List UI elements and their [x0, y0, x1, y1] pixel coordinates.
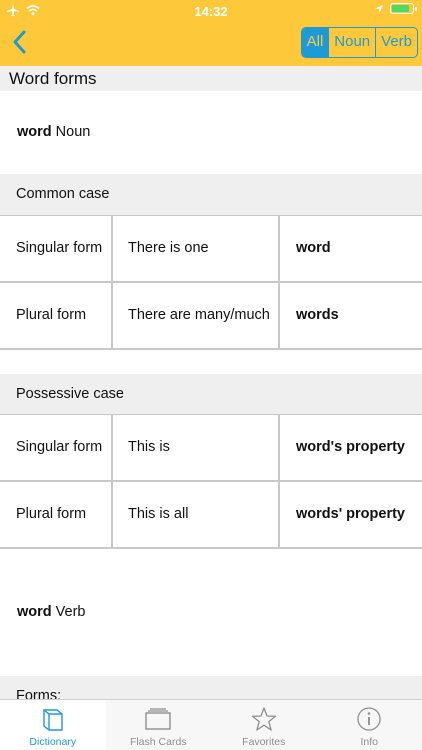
meaning-cell: There is one	[113, 216, 280, 281]
verb-word: word	[17, 604, 52, 620]
status-time: 14:32	[194, 4, 228, 19]
tab-label: Info	[360, 736, 378, 748]
navigation-bar: 14:32 All Noun Verb	[0, 0, 422, 66]
form-cell: Singular form	[0, 216, 113, 281]
star-icon	[251, 707, 276, 731]
common-case-header: Common case	[0, 174, 422, 215]
value-cell: words' property	[296, 506, 405, 522]
book-icon	[43, 709, 63, 731]
common-case-table: Singular form There is one word Plural f…	[0, 215, 422, 350]
table-row: Plural form There are many/much words	[0, 283, 422, 350]
verb-pos: Verb	[55, 604, 86, 620]
segment-all[interactable]: All	[301, 28, 329, 57]
tab-bar: Dictionary Flash Cards Favorites Info	[0, 699, 422, 750]
verb-entry: word Verb	[0, 549, 422, 676]
possessive-case-table: Singular form This is word's property Pl…	[0, 414, 422, 549]
tab-label: Flash Cards	[129, 736, 187, 748]
segment-noun[interactable]: Noun	[328, 28, 375, 57]
forms-header: Forms:	[0, 676, 422, 699]
tab-favorites[interactable]: Favorites	[211, 700, 317, 750]
location-icon	[375, 4, 383, 13]
meaning-cell: There are many/much	[113, 283, 280, 348]
noun-pos: Noun	[55, 124, 91, 140]
tab-flash-cards[interactable]: Flash Cards	[106, 700, 212, 750]
back-chevron-icon[interactable]	[8, 28, 34, 56]
table-row: Plural form This is all words' property	[0, 482, 422, 549]
cards-icon	[145, 708, 171, 730]
filter-segmented-control[interactable]: All Noun Verb	[300, 27, 418, 58]
word-forms-list[interactable]: Word forms word Noun Common case Singula…	[0, 66, 422, 699]
noun-entry: word Noun	[0, 91, 422, 174]
status-bar: 14:32	[0, 0, 422, 22]
tab-dictionary[interactable]: Dictionary	[0, 700, 106, 750]
tab-label: Dictionary	[29, 736, 77, 748]
info-icon	[357, 707, 381, 731]
form-cell: Plural form	[0, 482, 113, 547]
value-cell: words	[296, 307, 339, 323]
table-row: Singular form There is one word	[0, 216, 422, 283]
segment-verb[interactable]: Verb	[375, 28, 417, 57]
page-title: Word forms	[0, 66, 422, 91]
value-cell: word	[296, 240, 331, 256]
tab-label: Favorites	[242, 736, 286, 748]
possessive-case-header: Possessive case	[0, 374, 422, 414]
tab-info[interactable]: Info	[317, 700, 422, 750]
meaning-cell: This is all	[113, 482, 280, 547]
value-cell: word's property	[296, 439, 405, 455]
noun-word: word	[17, 124, 52, 140]
battery-icon	[390, 3, 417, 14]
meaning-cell: This is	[113, 415, 280, 480]
section-gap	[0, 350, 422, 374]
form-cell: Singular form	[0, 415, 113, 480]
form-cell: Plural form	[0, 283, 113, 348]
table-row: Singular form This is word's property	[0, 415, 422, 482]
